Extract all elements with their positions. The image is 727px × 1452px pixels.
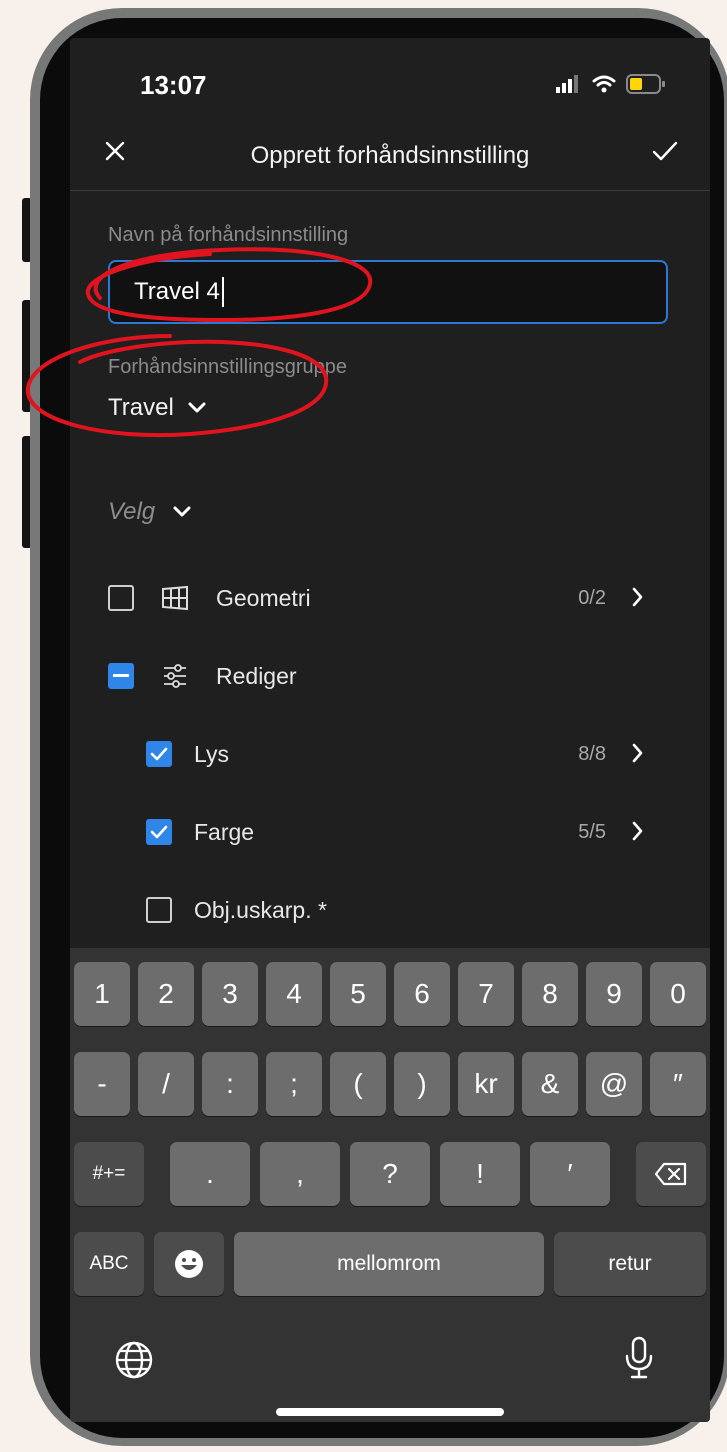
setting-count-lys: 8/8 — [578, 742, 606, 765]
key-close-paren[interactable]: ) — [394, 1052, 450, 1116]
key-quote[interactable]: ″ — [650, 1052, 706, 1116]
key-2[interactable]: 2 — [138, 962, 194, 1026]
numeric-keyboard: 1 2 3 4 5 6 7 8 9 0 - / : ; ( ) kr & @ ″… — [70, 948, 710, 1422]
globe-icon[interactable] — [114, 1340, 154, 1380]
backspace-icon — [654, 1162, 687, 1186]
chevron-right-icon[interactable] — [632, 743, 644, 763]
preset-group-value: Travel — [108, 394, 174, 421]
battery-icon — [626, 74, 665, 94]
setting-row-lys[interactable]: Lys 8/8 — [70, 732, 710, 776]
check-icon — [150, 825, 168, 839]
chevron-down-icon — [188, 402, 206, 413]
key-period[interactable]: . — [170, 1142, 250, 1206]
key-8[interactable]: 8 — [522, 962, 578, 1026]
chevron-right-icon[interactable] — [632, 587, 644, 607]
status-icons — [556, 74, 666, 94]
home-indicator — [276, 1408, 504, 1416]
setting-label-rediger: Rediger — [216, 662, 297, 689]
setting-count-farge: 5/5 — [578, 820, 606, 843]
checkbox-lys[interactable] — [146, 741, 172, 767]
emoji-key[interactable] — [154, 1232, 224, 1296]
key-open-paren[interactable]: ( — [330, 1052, 386, 1116]
phone-screen: 13:07 Opprett forhåndsinnstilling Navn p… — [70, 38, 710, 1422]
key-comma[interactable]: , — [260, 1142, 340, 1206]
key-6[interactable]: 6 — [394, 962, 450, 1026]
checkbox-farge[interactable] — [146, 819, 172, 845]
return-key[interactable]: retur — [554, 1232, 706, 1296]
chevron-down-icon — [173, 506, 191, 517]
key-ampersand[interactable]: & — [522, 1052, 578, 1116]
checkmark-icon[interactable] — [652, 140, 678, 162]
page-title: Opprett forhåndsinnstilling — [250, 142, 530, 169]
select-label: Velg — [108, 498, 156, 525]
microphone-icon[interactable] — [622, 1336, 656, 1380]
wifi-icon — [592, 75, 616, 93]
setting-row-geometri[interactable]: Geometri 0/2 — [70, 576, 710, 620]
key-slash[interactable]: / — [138, 1052, 194, 1116]
preset-name-value: Travel 4 — [134, 278, 220, 305]
geometry-icon — [162, 585, 188, 611]
key-hyphen[interactable]: - — [74, 1052, 130, 1116]
key-semicolon[interactable]: ; — [266, 1052, 322, 1116]
key-0[interactable]: 0 — [650, 962, 706, 1026]
key-4[interactable]: 4 — [266, 962, 322, 1026]
chevron-right-icon[interactable] — [632, 821, 644, 841]
signal-icon — [556, 75, 578, 93]
select-dropdown[interactable]: Velg — [108, 498, 191, 526]
setting-label-farge: Farge — [194, 818, 255, 845]
app-header: Opprett forhåndsinnstilling — [70, 120, 710, 191]
status-time: 13:07 — [140, 70, 207, 100]
sliders-icon — [164, 664, 186, 688]
minus-icon — [113, 674, 129, 677]
key-abc[interactable]: ABC — [74, 1232, 144, 1296]
emoji-icon — [175, 1250, 203, 1278]
setting-label-geometri: Geometri — [216, 584, 311, 611]
text-caret — [221, 277, 224, 307]
checkbox-geometri[interactable] — [108, 585, 134, 611]
key-exclamation[interactable]: ! — [440, 1142, 520, 1206]
preset-name-label: Navn på forhåndsinnstilling — [108, 224, 349, 246]
checkbox-rediger[interactable] — [108, 663, 134, 689]
setting-row-farge[interactable]: Farge 5/5 — [70, 810, 710, 854]
checkbox-obj-uskarp[interactable] — [146, 897, 172, 923]
key-at[interactable]: @ — [586, 1052, 642, 1116]
backspace-key[interactable] — [636, 1142, 706, 1206]
check-icon — [150, 747, 168, 761]
key-apostrophe[interactable]: ′ — [530, 1142, 610, 1206]
key-1[interactable]: 1 — [74, 962, 130, 1026]
setting-label-lys: Lys — [194, 740, 229, 767]
key-5[interactable]: 5 — [330, 962, 386, 1026]
key-colon[interactable]: : — [202, 1052, 258, 1116]
key-9[interactable]: 9 — [586, 962, 642, 1026]
space-key[interactable]: mellomrom — [234, 1232, 544, 1296]
key-question[interactable]: ? — [350, 1142, 430, 1206]
key-symbols[interactable]: #+= — [74, 1142, 144, 1206]
preset-group-dropdown[interactable]: Travel — [108, 394, 206, 422]
key-7[interactable]: 7 — [458, 962, 514, 1026]
key-3[interactable]: 3 — [202, 962, 258, 1026]
setting-label-obj-uskarp: Obj.uskarp. * — [194, 896, 327, 923]
key-kr[interactable]: kr — [458, 1052, 514, 1116]
setting-count-geometri: 0/2 — [578, 586, 606, 609]
preset-name-input[interactable]: Travel 4 — [108, 260, 668, 324]
setting-row-obj-uskarp[interactable]: Obj.uskarp. * — [70, 888, 710, 932]
setting-row-rediger[interactable]: Rediger — [70, 654, 710, 698]
preset-group-label: Forhåndsinnstillingsgruppe — [108, 356, 348, 378]
